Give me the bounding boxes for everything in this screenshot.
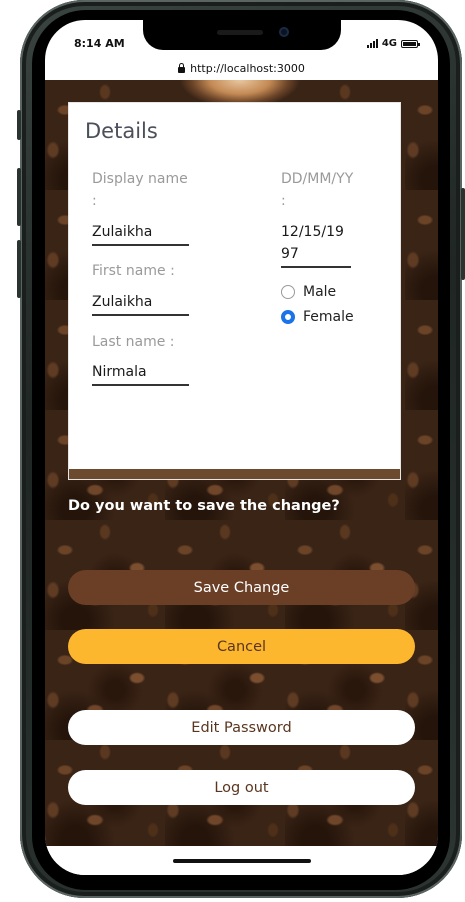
cancel-button[interactable]: Cancel bbox=[68, 629, 415, 664]
phone-screen: 8:14 AM 4G http://localhost:3000 Details… bbox=[45, 20, 438, 875]
notch bbox=[143, 20, 341, 50]
card-bottom-border bbox=[69, 469, 400, 479]
signal-icon bbox=[366, 39, 378, 48]
url-bar[interactable]: http://localhost:3000 bbox=[45, 56, 438, 80]
dob-field[interactable]: 12/15/19 97 bbox=[281, 221, 351, 268]
first-name-label: First name : bbox=[92, 263, 175, 279]
coffee-cup-image bbox=[180, 80, 300, 102]
power-button bbox=[461, 188, 465, 280]
card-title: Details bbox=[85, 119, 158, 143]
gender-male-option[interactable]: Male bbox=[281, 284, 336, 300]
home-bar-area bbox=[45, 846, 438, 875]
radio-checked-icon[interactable] bbox=[281, 310, 295, 324]
battery-icon bbox=[401, 39, 420, 48]
status-indicators: 4G bbox=[366, 38, 420, 49]
logout-button[interactable]: Log out bbox=[68, 770, 415, 805]
dob-label: DD/MM/YY : bbox=[281, 171, 354, 209]
network-label: 4G bbox=[381, 38, 397, 49]
gender-male-label: Male bbox=[303, 284, 337, 300]
radio-unchecked-icon[interactable] bbox=[281, 285, 295, 299]
status-bar: 8:14 AM 4G bbox=[45, 20, 438, 58]
speaker-grille bbox=[217, 30, 263, 35]
save-prompt-text: Do you want to save the change? bbox=[68, 498, 340, 514]
last-name-field[interactable]: Nirmala bbox=[92, 361, 189, 386]
gender-female-label: Female bbox=[303, 309, 354, 325]
status-time: 8:14 AM bbox=[74, 37, 125, 50]
display-name-field[interactable]: Zulaikha bbox=[92, 221, 189, 246]
volume-up-button bbox=[17, 168, 21, 226]
gender-female-option[interactable]: Female bbox=[281, 309, 354, 325]
display-name-label: Display name : bbox=[92, 171, 188, 209]
mute-switch bbox=[17, 110, 21, 140]
lock-icon bbox=[178, 62, 186, 73]
home-indicator[interactable] bbox=[173, 859, 311, 863]
save-change-button[interactable]: Save Change bbox=[68, 570, 415, 605]
edit-password-button[interactable]: Edit Password bbox=[68, 710, 415, 745]
details-card: Details Display name : Zulaikha First na… bbox=[68, 102, 401, 480]
first-name-field[interactable]: Zulaikha bbox=[92, 291, 189, 316]
last-name-label: Last name : bbox=[92, 334, 175, 350]
url-text: http://localhost:3000 bbox=[190, 61, 305, 75]
front-camera bbox=[279, 27, 289, 37]
page-content: Details Display name : Zulaikha First na… bbox=[45, 80, 438, 846]
volume-down-button bbox=[17, 240, 21, 298]
